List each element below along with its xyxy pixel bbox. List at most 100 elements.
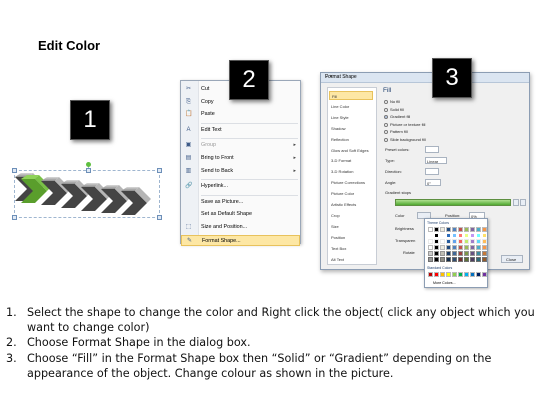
theme-color-swatch[interactable]	[464, 227, 469, 232]
direction-dropdown[interactable]	[425, 168, 439, 175]
menu-item[interactable]: ▥ Send to Back ▸	[181, 166, 300, 177]
theme-color-swatch[interactable]	[428, 239, 433, 244]
menu-item[interactable]: Save as Picture...	[181, 197, 300, 208]
gradient-stops-bar[interactable]	[395, 199, 511, 206]
category-item[interactable]: 3-D Rotation	[331, 167, 375, 176]
theme-color-swatch[interactable]	[482, 227, 487, 232]
resize-handle[interactable]	[12, 168, 17, 173]
theme-color-swatch[interactable]	[458, 257, 463, 262]
theme-color-swatch[interactable]	[452, 227, 457, 232]
theme-color-swatch[interactable]	[464, 233, 469, 238]
theme-color-swatch[interactable]	[446, 227, 451, 232]
theme-color-swatch[interactable]	[476, 233, 481, 238]
menu-item[interactable]: ✎ Format Shape...	[181, 234, 300, 246]
theme-color-swatch[interactable]	[446, 245, 451, 250]
theme-color-swatch[interactable]	[428, 257, 433, 262]
theme-color-swatch[interactable]	[476, 245, 481, 250]
theme-color-swatch[interactable]	[470, 245, 475, 250]
menu-item[interactable]: ⬚ Size and Position...	[181, 222, 300, 233]
fill-option-radio[interactable]: Slide background fill	[384, 137, 426, 142]
theme-color-swatch[interactable]	[476, 239, 481, 244]
theme-color-swatch[interactable]	[434, 227, 439, 232]
theme-color-swatch[interactable]	[482, 245, 487, 250]
theme-color-swatch[interactable]	[452, 245, 457, 250]
fill-option-radio[interactable]: Gradient fill	[384, 114, 410, 119]
dialog-window-buttons[interactable]: ? ✕	[325, 74, 527, 80]
theme-color-swatch[interactable]	[434, 239, 439, 244]
theme-color-swatch[interactable]	[452, 233, 457, 238]
chevron-shapes[interactable]	[15, 171, 161, 219]
menu-item[interactable]: A Edit Text	[181, 125, 300, 136]
theme-color-swatch[interactable]	[458, 239, 463, 244]
theme-color-swatch[interactable]	[446, 239, 451, 244]
close-button[interactable]: Close	[501, 255, 523, 263]
theme-color-swatch[interactable]	[428, 233, 433, 238]
category-item[interactable]: 3-D Format	[331, 156, 375, 165]
theme-color-swatch[interactable]	[470, 239, 475, 244]
theme-color-swatch[interactable]	[476, 251, 481, 256]
radio-button-icon[interactable]	[384, 115, 388, 120]
theme-color-swatch[interactable]	[458, 233, 463, 238]
theme-color-swatch[interactable]	[482, 257, 487, 262]
theme-color-swatch[interactable]	[452, 239, 457, 244]
category-item[interactable]: Shadow	[331, 124, 375, 133]
angle-input[interactable]: 0°	[425, 179, 441, 186]
theme-color-swatch[interactable]	[446, 257, 451, 262]
standard-color-swatch[interactable]	[470, 272, 475, 277]
standard-color-swatch[interactable]	[446, 272, 451, 277]
remove-stop-button[interactable]	[520, 199, 526, 206]
category-item[interactable]: Reflection	[331, 135, 375, 144]
category-item[interactable]: Crop	[331, 211, 375, 220]
standard-color-swatch[interactable]	[464, 272, 469, 277]
fill-option-radio[interactable]: Solid fill	[384, 107, 404, 112]
theme-color-swatch[interactable]	[464, 239, 469, 244]
theme-color-swatch[interactable]	[458, 245, 463, 250]
category-item[interactable]: Fill	[329, 91, 373, 100]
theme-color-swatch[interactable]	[428, 251, 433, 256]
radio-button-icon[interactable]	[384, 99, 388, 104]
theme-color-swatch[interactable]	[482, 239, 487, 244]
rotate-checkbox-label[interactable]: Rotate	[403, 250, 415, 255]
theme-color-swatch[interactable]	[464, 251, 469, 256]
standard-color-swatch[interactable]	[440, 272, 445, 277]
radio-button-icon[interactable]	[384, 122, 388, 127]
standard-color-swatch[interactable]	[458, 272, 463, 277]
theme-color-swatch[interactable]	[434, 245, 439, 250]
resize-handle[interactable]	[12, 215, 17, 220]
resize-handle[interactable]	[86, 168, 91, 173]
menu-item[interactable]: 📋 Paste	[181, 109, 300, 120]
fill-option-radio[interactable]: No fill	[384, 99, 400, 104]
standard-color-swatch[interactable]	[482, 272, 487, 277]
theme-color-swatch[interactable]	[440, 239, 445, 244]
more-colors-link[interactable]: More Colors...	[433, 281, 456, 285]
theme-color-swatch[interactable]	[428, 245, 433, 250]
theme-color-swatch[interactable]	[470, 257, 475, 262]
fill-option-radio[interactable]: Picture or texture fill	[384, 122, 425, 127]
menu-item[interactable]: Set as Default Shape	[181, 209, 300, 220]
menu-item[interactable]: ▣ Group ▸	[181, 140, 300, 151]
theme-color-swatch[interactable]	[482, 233, 487, 238]
theme-color-swatch[interactable]	[452, 257, 457, 262]
add-stop-button[interactable]	[513, 199, 519, 206]
theme-color-swatch[interactable]	[440, 227, 445, 232]
theme-color-swatch[interactable]	[440, 245, 445, 250]
theme-color-swatch[interactable]	[458, 251, 463, 256]
theme-color-swatch[interactable]	[482, 251, 487, 256]
theme-color-swatch[interactable]	[470, 227, 475, 232]
category-item[interactable]: Picture Color	[331, 189, 375, 198]
theme-color-swatch[interactable]	[476, 257, 481, 262]
standard-color-swatch[interactable]	[452, 272, 457, 277]
category-item[interactable]: Line Style	[331, 113, 375, 122]
standard-color-swatch[interactable]	[476, 272, 481, 277]
theme-color-swatch[interactable]	[440, 251, 445, 256]
theme-color-swatch[interactable]	[464, 245, 469, 250]
theme-color-swatch[interactable]	[470, 251, 475, 256]
radio-button-icon[interactable]	[384, 107, 388, 112]
theme-color-swatch[interactable]	[458, 227, 463, 232]
category-item[interactable]: Picture Corrections	[331, 178, 375, 187]
resize-handle[interactable]	[157, 215, 162, 220]
theme-color-swatch[interactable]	[446, 251, 451, 256]
preset-colors-dropdown[interactable]	[425, 146, 439, 153]
category-item[interactable]: Position	[331, 233, 375, 242]
category-item[interactable]: Size	[331, 222, 375, 231]
